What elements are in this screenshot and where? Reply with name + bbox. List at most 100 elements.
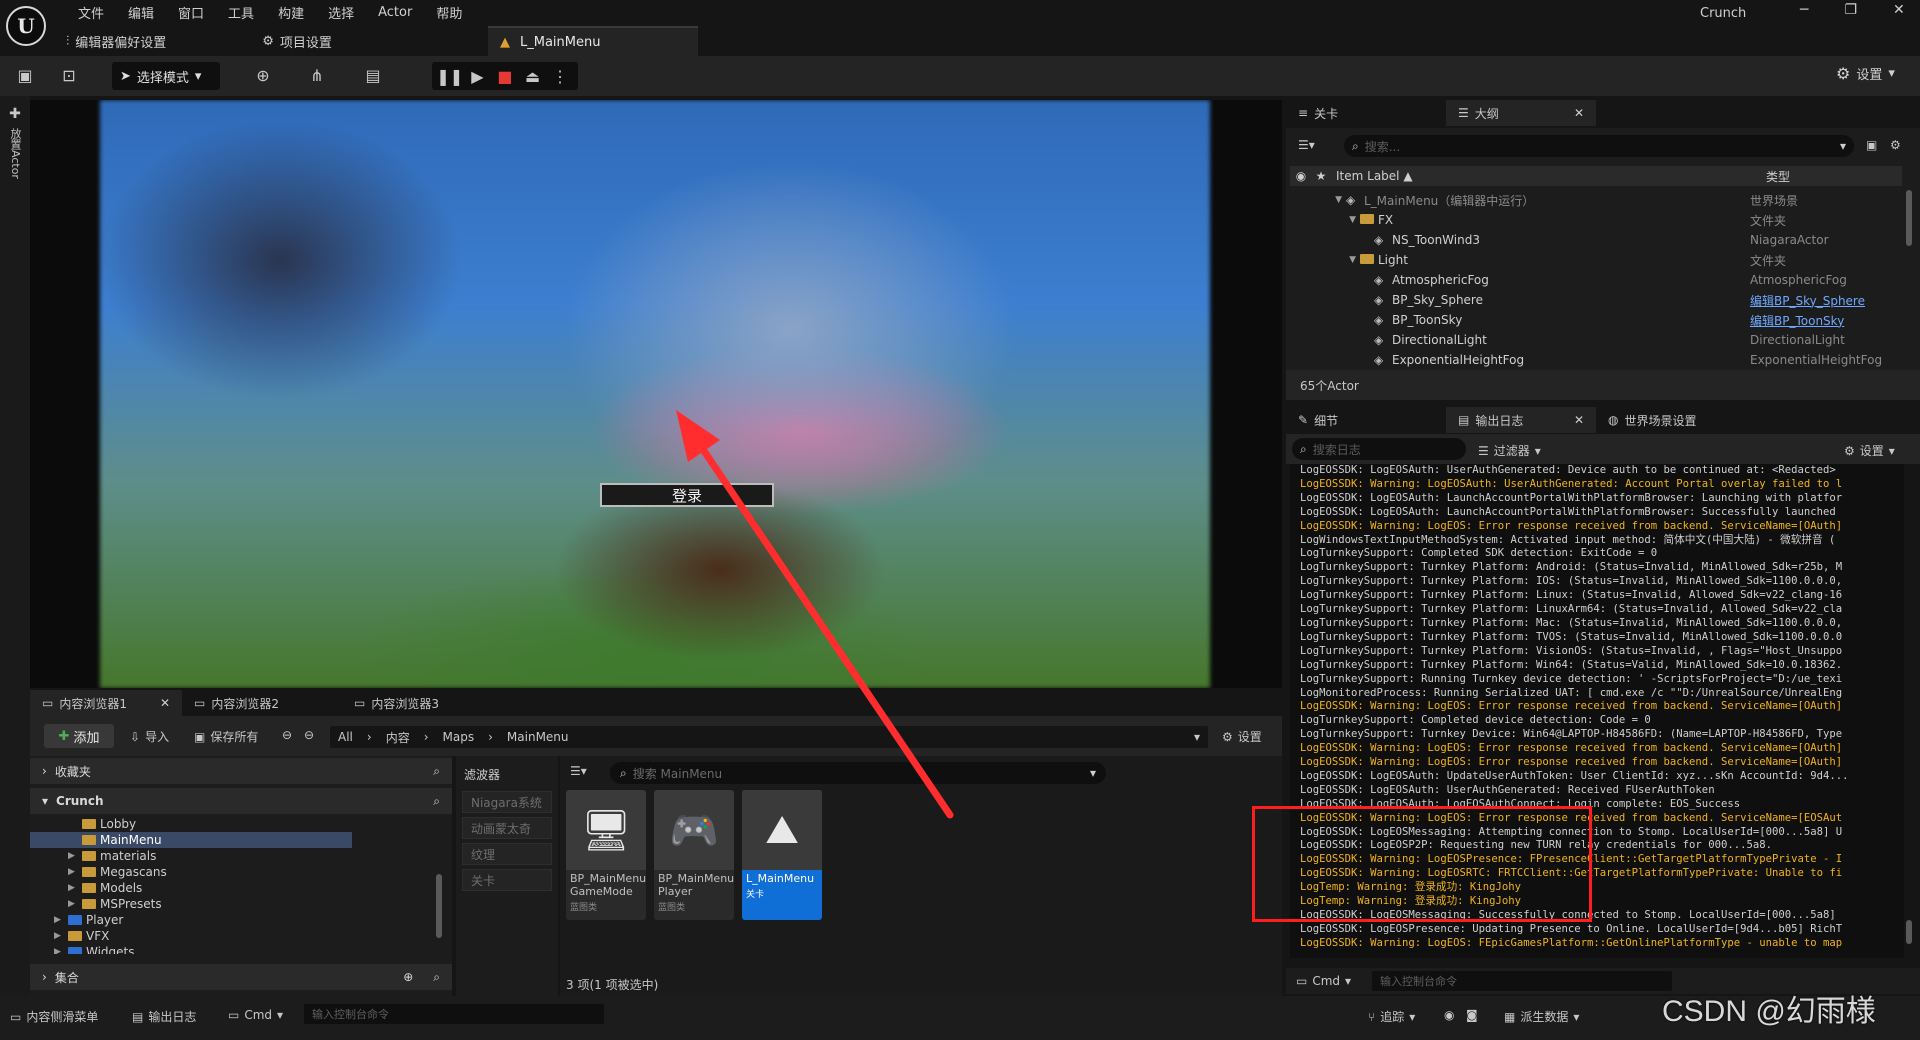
chevron-right-icon[interactable]: ▶	[54, 947, 68, 954]
eject-icon[interactable]: ⏏	[522, 65, 544, 87]
folder-tree-item[interactable]: ▶ Models	[30, 880, 452, 896]
search-icon[interactable]: ⌕	[433, 764, 440, 779]
search-icon[interactable]: ⌕	[433, 970, 440, 985]
add-actor-icon[interactable]: ⊕	[252, 64, 274, 86]
outliner-row[interactable]: ◈ AtmosphericFog AtmosphericFog	[1290, 270, 1890, 290]
tab-content-browser-3[interactable]: ▭ 内容浏览器3	[342, 690, 502, 716]
filter-dropdown-icon[interactable]: ☰▾	[1298, 138, 1315, 152]
chevron-right-icon[interactable]: ▶	[68, 883, 82, 893]
project-section[interactable]: ▾ Crunch ⌕	[30, 788, 452, 814]
tab-levels[interactable]: ≡ 关卡	[1286, 100, 1446, 126]
login-button[interactable]: 登录	[600, 483, 774, 507]
close-icon[interactable]: ✕	[160, 696, 170, 710]
filter-niagara[interactable]: Niagara系统	[462, 791, 552, 813]
outliner-item-type[interactable]: 编辑BP_Sky_Sphere	[1750, 292, 1865, 309]
log-filter-dropdown[interactable]: ☰ 过滤器 ▾	[1478, 442, 1541, 459]
star-icon[interactable]: ★	[1312, 169, 1330, 183]
asset-tile[interactable]: 🎮 BP_MainMenu Player 蓝图类	[654, 790, 734, 920]
outliner-row[interactable]: ◈ NS_ToonWind3 NiagaraActor	[1290, 230, 1890, 250]
chevron-right-icon[interactable]: ▶	[54, 915, 68, 925]
output-log-button[interactable]: ▤ 输出日志	[132, 1008, 196, 1025]
chevron-down-icon[interactable]: ▼	[1290, 215, 1360, 225]
outliner-row[interactable]: ▼ Light 文件夹	[1290, 250, 1890, 270]
log-cmd-dropdown[interactable]: ▭ Cmd ▾	[1296, 974, 1351, 988]
log-search-input[interactable]: ⌕ 搜索日志	[1292, 438, 1466, 460]
folder-tree-item[interactable]: ▶ MSPresets	[30, 896, 452, 912]
menu-file[interactable]: 文件	[66, 3, 116, 22]
folder-tree-item[interactable]: ▶ Widgets	[30, 944, 452, 954]
derived-data-button[interactable]: ▦ 派生数据 ▾	[1504, 1008, 1579, 1025]
folder-tree-scrollbar[interactable]	[436, 874, 442, 938]
content-browser-settings-button[interactable]: ⚙ 设置	[1222, 728, 1262, 745]
breadcrumb-maps[interactable]: Maps	[443, 730, 475, 744]
tab-outliner[interactable]: ☰ 大纲 ✕	[1446, 100, 1596, 126]
restore-icon[interactable]: ❐	[1844, 2, 1857, 18]
import-button[interactable]: ⇩ 导入	[130, 728, 169, 745]
tab-details[interactable]: ✎ 细节	[1286, 407, 1446, 433]
asset-tile[interactable]: 🖥 BP_MainMenu GameMode 蓝图类	[566, 790, 646, 920]
folder-tree-item[interactable]: Lobby	[30, 816, 452, 832]
cmd-dropdown[interactable]: ▭ Cmd ▾	[228, 1008, 283, 1022]
filter-level[interactable]: 关卡	[462, 869, 552, 891]
pause-icon[interactable]: ❚❚	[436, 65, 463, 87]
breadcrumb-all[interactable]: All	[338, 730, 353, 744]
add-collection-icon[interactable]: ⊕	[403, 970, 413, 984]
outliner-row[interactable]: ◈ DirectionalLight DirectionalLight	[1290, 330, 1890, 350]
breadcrumb-content[interactable]: 内容	[386, 729, 410, 746]
add-folder-icon[interactable]: ▣	[1866, 138, 1877, 152]
record-icon[interactable]: ◉	[1444, 1008, 1454, 1022]
history-back-icon[interactable]: ⊖	[282, 728, 292, 742]
menu-edit[interactable]: 编辑	[116, 3, 166, 22]
outliner-row[interactable]: ◈ ExponentialHeightFog ExponentialHeightFo…	[1290, 350, 1890, 368]
place-actor-icon[interactable]: ✚	[0, 106, 30, 122]
log-settings-button[interactable]: ⚙ 设置 ▾	[1844, 442, 1895, 459]
filter-anim-montage[interactable]: 动画蒙太奇	[462, 817, 552, 839]
trace-button[interactable]: ⑂ 追踪 ▾	[1368, 1008, 1415, 1025]
folder-tree-item[interactable]: ▶ VFX	[30, 928, 452, 944]
content-drawer-button[interactable]: ▭ 内容侧滑菜单	[10, 1008, 98, 1025]
blueprint-icon[interactable]: ⋔	[306, 64, 328, 86]
log-scrollbar[interactable]	[1906, 920, 1912, 944]
menu-tools[interactable]: 工具	[216, 3, 266, 22]
menu-select[interactable]: 选择	[316, 3, 366, 22]
breadcrumb-mainmenu[interactable]: MainMenu	[507, 730, 569, 744]
project-settings-button[interactable]: ⚙ 项目设置	[262, 32, 332, 51]
outliner-item-type[interactable]: 编辑BP_ToonSky	[1750, 312, 1844, 329]
chevron-right-icon[interactable]: ▶	[68, 851, 82, 861]
chevron-down-icon[interactable]: ▼	[1290, 255, 1360, 265]
unreal-logo-icon[interactable]: U	[6, 6, 46, 46]
camera-icon[interactable]: ◙	[1466, 1008, 1478, 1022]
editor-preferences-button[interactable]: ⫶ 编辑器偏好设置	[66, 32, 166, 51]
save-all-button[interactable]: ▣ 保存所有	[194, 728, 258, 745]
close-icon[interactable]: ✕	[1893, 2, 1905, 18]
log-console-input[interactable]: 输入控制台命令	[1372, 971, 1672, 991]
folder-tree-item[interactable]: ▶ materials	[30, 848, 452, 864]
cinematics-icon[interactable]: ▤	[362, 64, 384, 86]
tab-content-browser-1[interactable]: ▭ 内容浏览器1 ✕	[30, 690, 182, 716]
history-forward-icon[interactable]: ⊖	[304, 728, 314, 742]
eye-icon[interactable]: ◉	[1290, 169, 1312, 183]
outliner-row[interactable]: ◈ BP_Sky_Sphere 编辑BP_Sky_Sphere	[1290, 290, 1890, 310]
menu-window[interactable]: 窗口	[166, 3, 216, 22]
menu-build[interactable]: 构建	[266, 3, 316, 22]
outliner-row[interactable]: ▼ FX 文件夹	[1290, 210, 1890, 230]
tab-world-settings[interactable]: ◍ 世界场景设置	[1596, 407, 1756, 433]
close-icon[interactable]: ✕	[1574, 106, 1584, 120]
folder-tree-item[interactable]: ▶ Player	[30, 912, 452, 928]
more-icon[interactable]: ⋮	[549, 65, 571, 87]
column-type[interactable]: 类型	[1766, 168, 1790, 185]
close-icon[interactable]: ✕	[1574, 413, 1584, 427]
outliner-row[interactable]: ▼ ◈ L_MainMenu（编辑器中运行） 世界场景	[1290, 190, 1890, 210]
add-button[interactable]: ✚ 添加	[44, 724, 114, 748]
select-mode-dropdown[interactable]: ➤ 选择模式 ▾	[112, 62, 220, 90]
chevron-right-icon[interactable]: ▶	[54, 931, 68, 941]
asset-tile[interactable]: ⛰ L_MainMenu 关卡	[742, 790, 822, 920]
tab-content-browser-2[interactable]: ▭ 内容浏览器2	[182, 690, 342, 716]
outliner-scrollbar[interactable]	[1906, 190, 1912, 246]
stop-icon[interactable]: ■	[494, 65, 516, 87]
filter-dropdown-icon[interactable]: ☰▾	[570, 764, 587, 778]
outliner-search-input[interactable]: ⌕ 搜索... ▾	[1344, 135, 1854, 157]
chevron-right-icon[interactable]: ▶	[68, 867, 82, 877]
level-viewport[interactable]: 登录	[30, 100, 1282, 688]
gear-icon[interactable]: ⚙	[1890, 138, 1901, 152]
